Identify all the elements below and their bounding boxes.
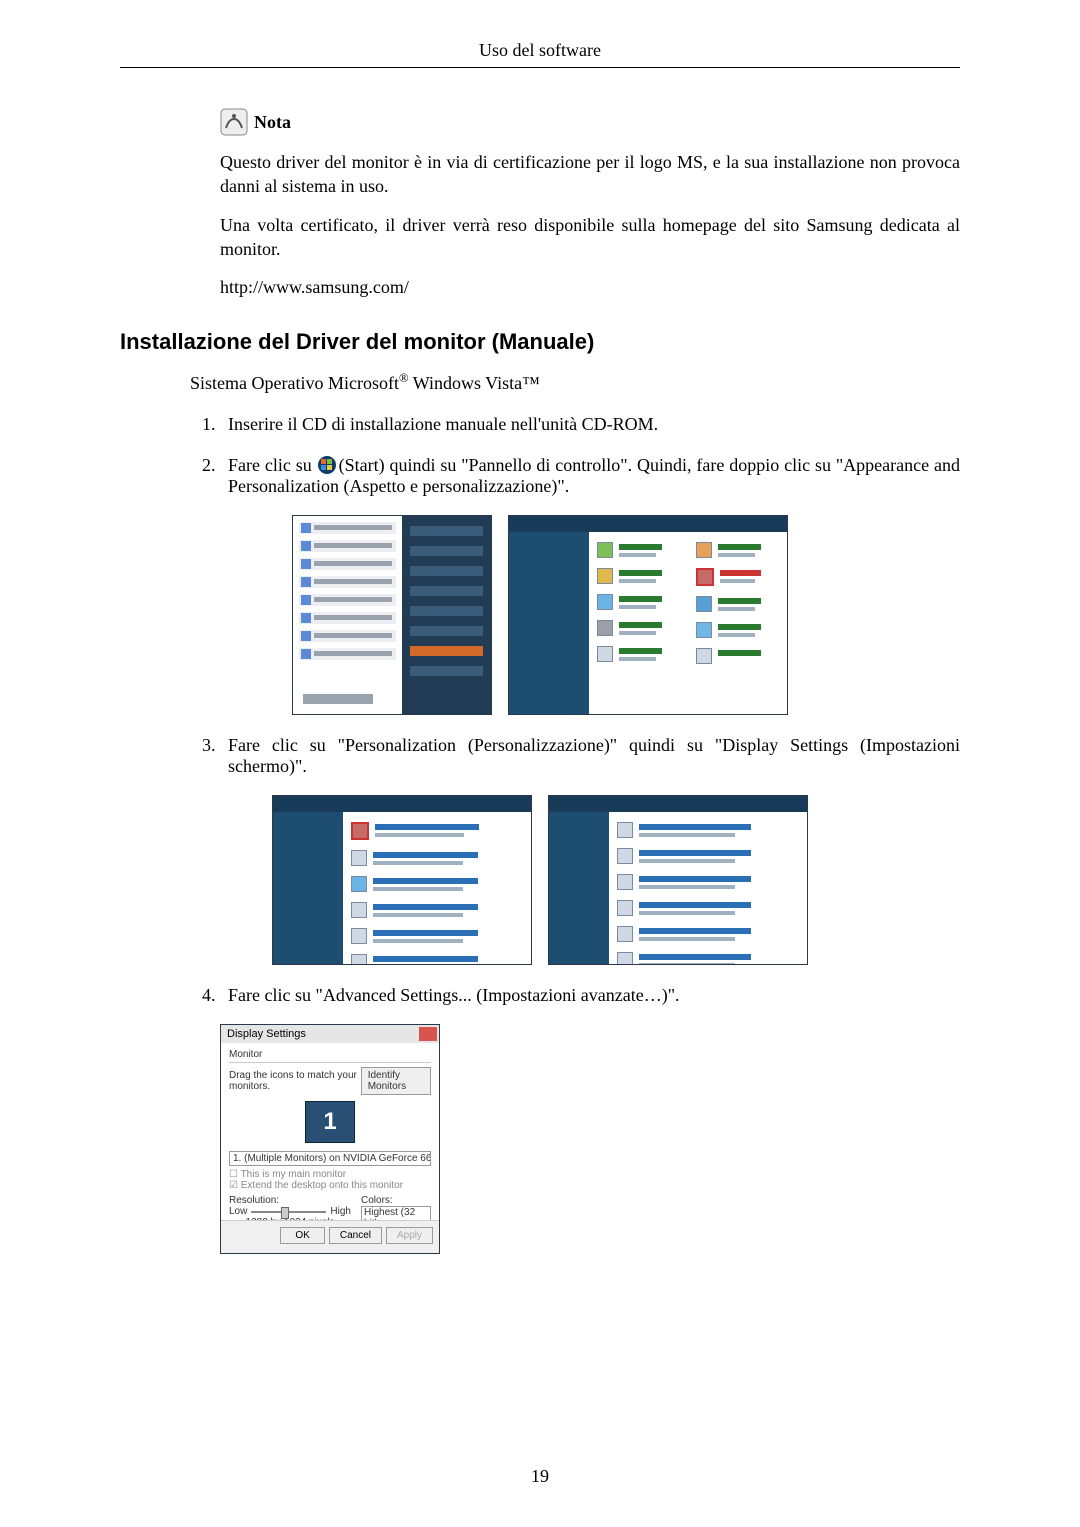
note-label: Nota	[254, 112, 291, 133]
note-paragraph-2: Una volta certificato, il driver verrà r…	[220, 213, 960, 262]
ds-title: Display Settings	[227, 1028, 306, 1040]
ds-tab-monitor[interactable]: Monitor	[229, 1049, 431, 1063]
page-header: Uso del software	[120, 40, 960, 61]
os-line-suffix: Windows Vista™	[409, 373, 540, 393]
screenshot-personalization-panel	[548, 795, 808, 965]
close-icon[interactable]	[419, 1027, 437, 1041]
resolution-label: Resolution:	[229, 1195, 351, 1206]
note-paragraph-1: Questo driver del monitor è in via di ce…	[220, 150, 960, 199]
ds-drag-text: Drag the icons to match your monitors.	[229, 1070, 361, 1092]
extend-desktop-checkbox[interactable]: Extend the desktop onto this monitor	[241, 1180, 403, 1191]
slider-high: High	[330, 1206, 351, 1217]
cancel-button[interactable]: Cancel	[329, 1227, 382, 1244]
screenshot-display-settings: Display Settings Monitor Drag the icons …	[220, 1024, 440, 1254]
section-heading-manual-install: Installazione del Driver del monitor (Ma…	[120, 329, 960, 355]
step-1: Inserire il CD di installazione manuale …	[220, 414, 960, 435]
screenshot-appearance-panel	[272, 795, 532, 965]
ok-button[interactable]: OK	[280, 1227, 324, 1244]
step-2: Fare clic su (Start) quindi su "Pannello…	[220, 455, 960, 497]
slider-low: Low	[229, 1206, 247, 1217]
step-2-text-a: Fare clic su	[228, 455, 317, 475]
apply-button[interactable]: Apply	[386, 1227, 433, 1244]
step-3: Fare clic su "Personalization (Personali…	[220, 735, 960, 777]
main-monitor-checkbox[interactable]: This is my main monitor	[241, 1169, 347, 1180]
step-4: Fare clic su "Advanced Settings... (Impo…	[220, 985, 960, 1006]
monitor-preview-icon: 1	[305, 1101, 355, 1143]
start-button-icon	[317, 455, 339, 475]
screenshot-start-menu	[292, 515, 492, 715]
identify-monitors-button[interactable]: Identify Monitors	[361, 1067, 431, 1095]
screenshot-control-panel-home	[508, 515, 788, 715]
colors-label: Colors:	[361, 1195, 431, 1206]
divider	[120, 67, 960, 68]
os-line-prefix: Sistema Operativo Microsoft	[190, 373, 399, 393]
step-2-text-b: (Start) quindi su "Pannello di controllo…	[228, 455, 960, 496]
os-line: Sistema Operativo Microsoft® Windows Vis…	[190, 371, 960, 394]
note-icon	[220, 108, 248, 136]
page-number: 19	[0, 1466, 1080, 1487]
note-url: http://www.samsung.com/	[220, 275, 960, 299]
monitor-select-dropdown[interactable]: 1. (Multiple Monitors) on NVIDIA GeForce…	[229, 1151, 431, 1166]
resolution-slider[interactable]	[251, 1211, 326, 1213]
